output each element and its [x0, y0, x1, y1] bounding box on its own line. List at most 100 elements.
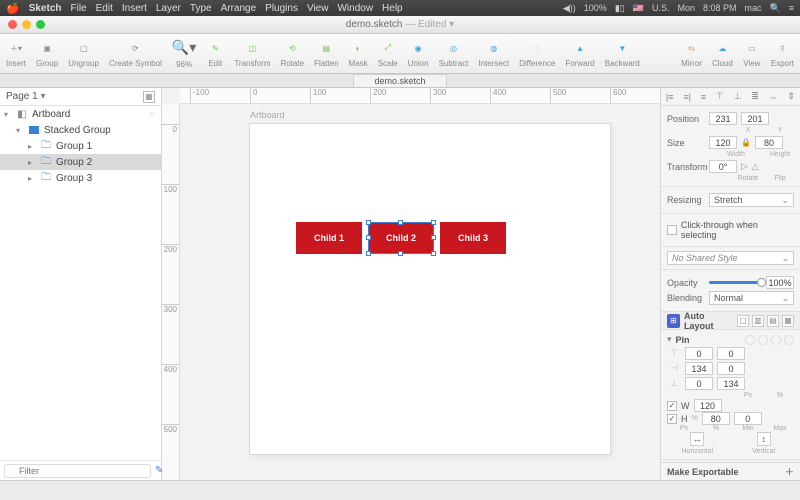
create-symbol-tool[interactable]: ⟳Create Symbol: [109, 39, 162, 68]
edit-tool[interactable]: ✎Edit: [206, 39, 224, 68]
resize-handle-n[interactable]: [398, 220, 403, 225]
make-exportable-button[interactable]: Make Exportable＋: [661, 462, 800, 480]
menu-arrange[interactable]: Arrange: [221, 3, 257, 14]
opacity-field[interactable]: 100%: [766, 276, 794, 289]
align-bottom-icon[interactable]: ⊥: [734, 91, 742, 102]
page-dropdown[interactable]: Page 1: [6, 91, 46, 102]
layer-filter-input[interactable]: [4, 464, 151, 478]
stack-folder-icon[interactable]: ▢: [737, 315, 749, 327]
layer-stacked-group[interactable]: ▾ Stacked Group: [0, 122, 161, 138]
intersect-tool[interactable]: ◍Intersect: [478, 39, 509, 68]
battery-percent[interactable]: 100%: [584, 3, 607, 13]
input-lang[interactable]: U.S.: [652, 3, 670, 13]
menu-layer[interactable]: Layer: [156, 3, 181, 14]
align-top-icon[interactable]: ⊤: [716, 91, 724, 102]
position-y-field[interactable]: 201: [741, 112, 769, 125]
menu-window[interactable]: Window: [337, 3, 373, 14]
union-tool[interactable]: ◉Union: [408, 39, 429, 68]
app-name[interactable]: Sketch: [29, 3, 62, 14]
menu-view[interactable]: View: [307, 3, 329, 14]
pin-preset-3-icon[interactable]: [771, 335, 781, 345]
size-width-field[interactable]: 120: [709, 136, 737, 149]
pin-height-px-field[interactable]: 80: [702, 412, 730, 425]
layer-artboard[interactable]: ▾ ◧ Artboard ○: [0, 106, 161, 122]
lock-aspect-icon[interactable]: 🔒: [741, 138, 751, 147]
align-center-icon[interactable]: ≡: [701, 92, 706, 102]
menu-type[interactable]: Type: [190, 3, 212, 14]
distribute-h-icon[interactable]: ⇔: [769, 92, 778, 102]
resize-handle-sw[interactable]: [366, 251, 371, 256]
flatten-tool[interactable]: ▤Flatten: [314, 39, 338, 68]
pin-right-pct-field[interactable]: 0: [717, 362, 745, 375]
resize-handle-ne[interactable]: [431, 220, 436, 225]
battery-icon[interactable]: ▮▯: [615, 3, 625, 14]
pin-preset-4-icon[interactable]: [784, 335, 794, 345]
cloud-tool[interactable]: ☁Cloud: [712, 39, 733, 68]
pin-bottom-pct-field[interactable]: 134: [717, 377, 745, 390]
menu-plugins[interactable]: Plugins: [265, 3, 298, 14]
disclosure-down-icon[interactable]: ▾: [16, 126, 24, 135]
view-tool[interactable]: ▭View: [743, 39, 761, 68]
blending-dropdown[interactable]: Normal: [709, 291, 794, 305]
size-height-field[interactable]: 80: [755, 136, 783, 149]
pin-top-icon[interactable]: ⊤: [667, 348, 681, 359]
flip-h-icon[interactable]: ▷: [741, 161, 748, 172]
pin-bottom-icon[interactable]: ⊥: [667, 378, 681, 389]
rotate-field[interactable]: 0°: [709, 160, 737, 173]
transform-tool[interactable]: ◫Transform: [234, 39, 270, 68]
ungroup-tool[interactable]: ▢Ungroup: [68, 39, 99, 68]
menu-file[interactable]: File: [71, 3, 87, 14]
position-x-field[interactable]: 231: [709, 112, 737, 125]
disclosure-right-icon[interactable]: ▸: [28, 158, 36, 167]
resize-handle-w[interactable]: [366, 235, 371, 240]
artboard[interactable]: [250, 124, 610, 454]
stack-v-icon[interactable]: ▤: [767, 315, 779, 327]
apple-menu-icon[interactable]: 🍎: [6, 2, 20, 15]
canvas[interactable]: Artboard Child 1 Child 2 Child 3: [180, 104, 660, 480]
clock-day[interactable]: Mon: [677, 3, 695, 13]
backward-tool[interactable]: ▼Backward: [605, 39, 640, 68]
spotlight-icon[interactable]: 🔍: [770, 3, 781, 14]
notification-icon[interactable]: ≡: [789, 3, 794, 13]
pin-right-field[interactable]: 134: [685, 362, 713, 375]
canvas-child-3[interactable]: Child 3: [440, 222, 506, 254]
layer-group-2[interactable]: ▸ 🗀 Group 2: [0, 154, 161, 170]
pin-width-checkbox[interactable]: ✓: [667, 401, 677, 411]
difference-tool[interactable]: ◌Difference: [519, 39, 555, 68]
clock-time[interactable]: 8:08 PM: [703, 3, 737, 13]
scale-tool[interactable]: ⤢Scale: [378, 39, 398, 68]
pin-preset-1-icon[interactable]: [745, 335, 755, 345]
pages-bar[interactable]: Page 1 ▦: [0, 88, 161, 106]
resize-handle-se[interactable]: [431, 251, 436, 256]
layer-group-1[interactable]: ▸ 🗀 Group 1: [0, 138, 161, 154]
menu-edit[interactable]: Edit: [96, 3, 113, 14]
disclosure-right-icon[interactable]: ▸: [28, 174, 36, 183]
pin-preset-2-icon[interactable]: [758, 335, 768, 345]
layer-group-3[interactable]: ▸ 🗀 Group 3: [0, 170, 161, 186]
resize-handle-e[interactable]: [431, 235, 436, 240]
disclosure-right-icon[interactable]: ▸: [28, 142, 36, 151]
distribute-v-icon[interactable]: ⇕: [788, 91, 796, 102]
menu-insert[interactable]: Insert: [122, 3, 147, 14]
resize-handle-nw[interactable]: [366, 220, 371, 225]
disclosure-down-icon[interactable]: ▾: [4, 110, 12, 119]
menu-help[interactable]: Help: [382, 3, 403, 14]
clickthrough-checkbox[interactable]: [667, 225, 677, 235]
flag-icon[interactable]: 🇺🇸: [633, 3, 644, 14]
opacity-slider[interactable]: [709, 281, 762, 284]
artboard-title[interactable]: Artboard: [250, 110, 285, 120]
shared-style-dropdown[interactable]: No Shared Style: [667, 251, 794, 265]
flip-v-icon[interactable]: △: [752, 161, 759, 172]
slider-knob[interactable]: [757, 278, 766, 287]
align-middle-icon[interactable]: ≣: [751, 91, 759, 102]
align-right-icon[interactable]: ≡|: [683, 92, 691, 102]
rotate-tool[interactable]: ⟲Rotate: [280, 39, 304, 68]
insert-tool[interactable]: ＋▾Insert: [6, 39, 26, 68]
pin-height-checkbox[interactable]: ✓: [667, 414, 677, 424]
pin-width-field[interactable]: 120: [694, 399, 722, 412]
visibility-dot-icon[interactable]: ○: [149, 109, 161, 120]
resize-handle-s[interactable]: [398, 251, 403, 256]
pin-top-field[interactable]: 0: [685, 347, 713, 360]
stack-h-icon[interactable]: ▥: [752, 315, 764, 327]
pin-top-pct-field[interactable]: 0: [717, 347, 745, 360]
